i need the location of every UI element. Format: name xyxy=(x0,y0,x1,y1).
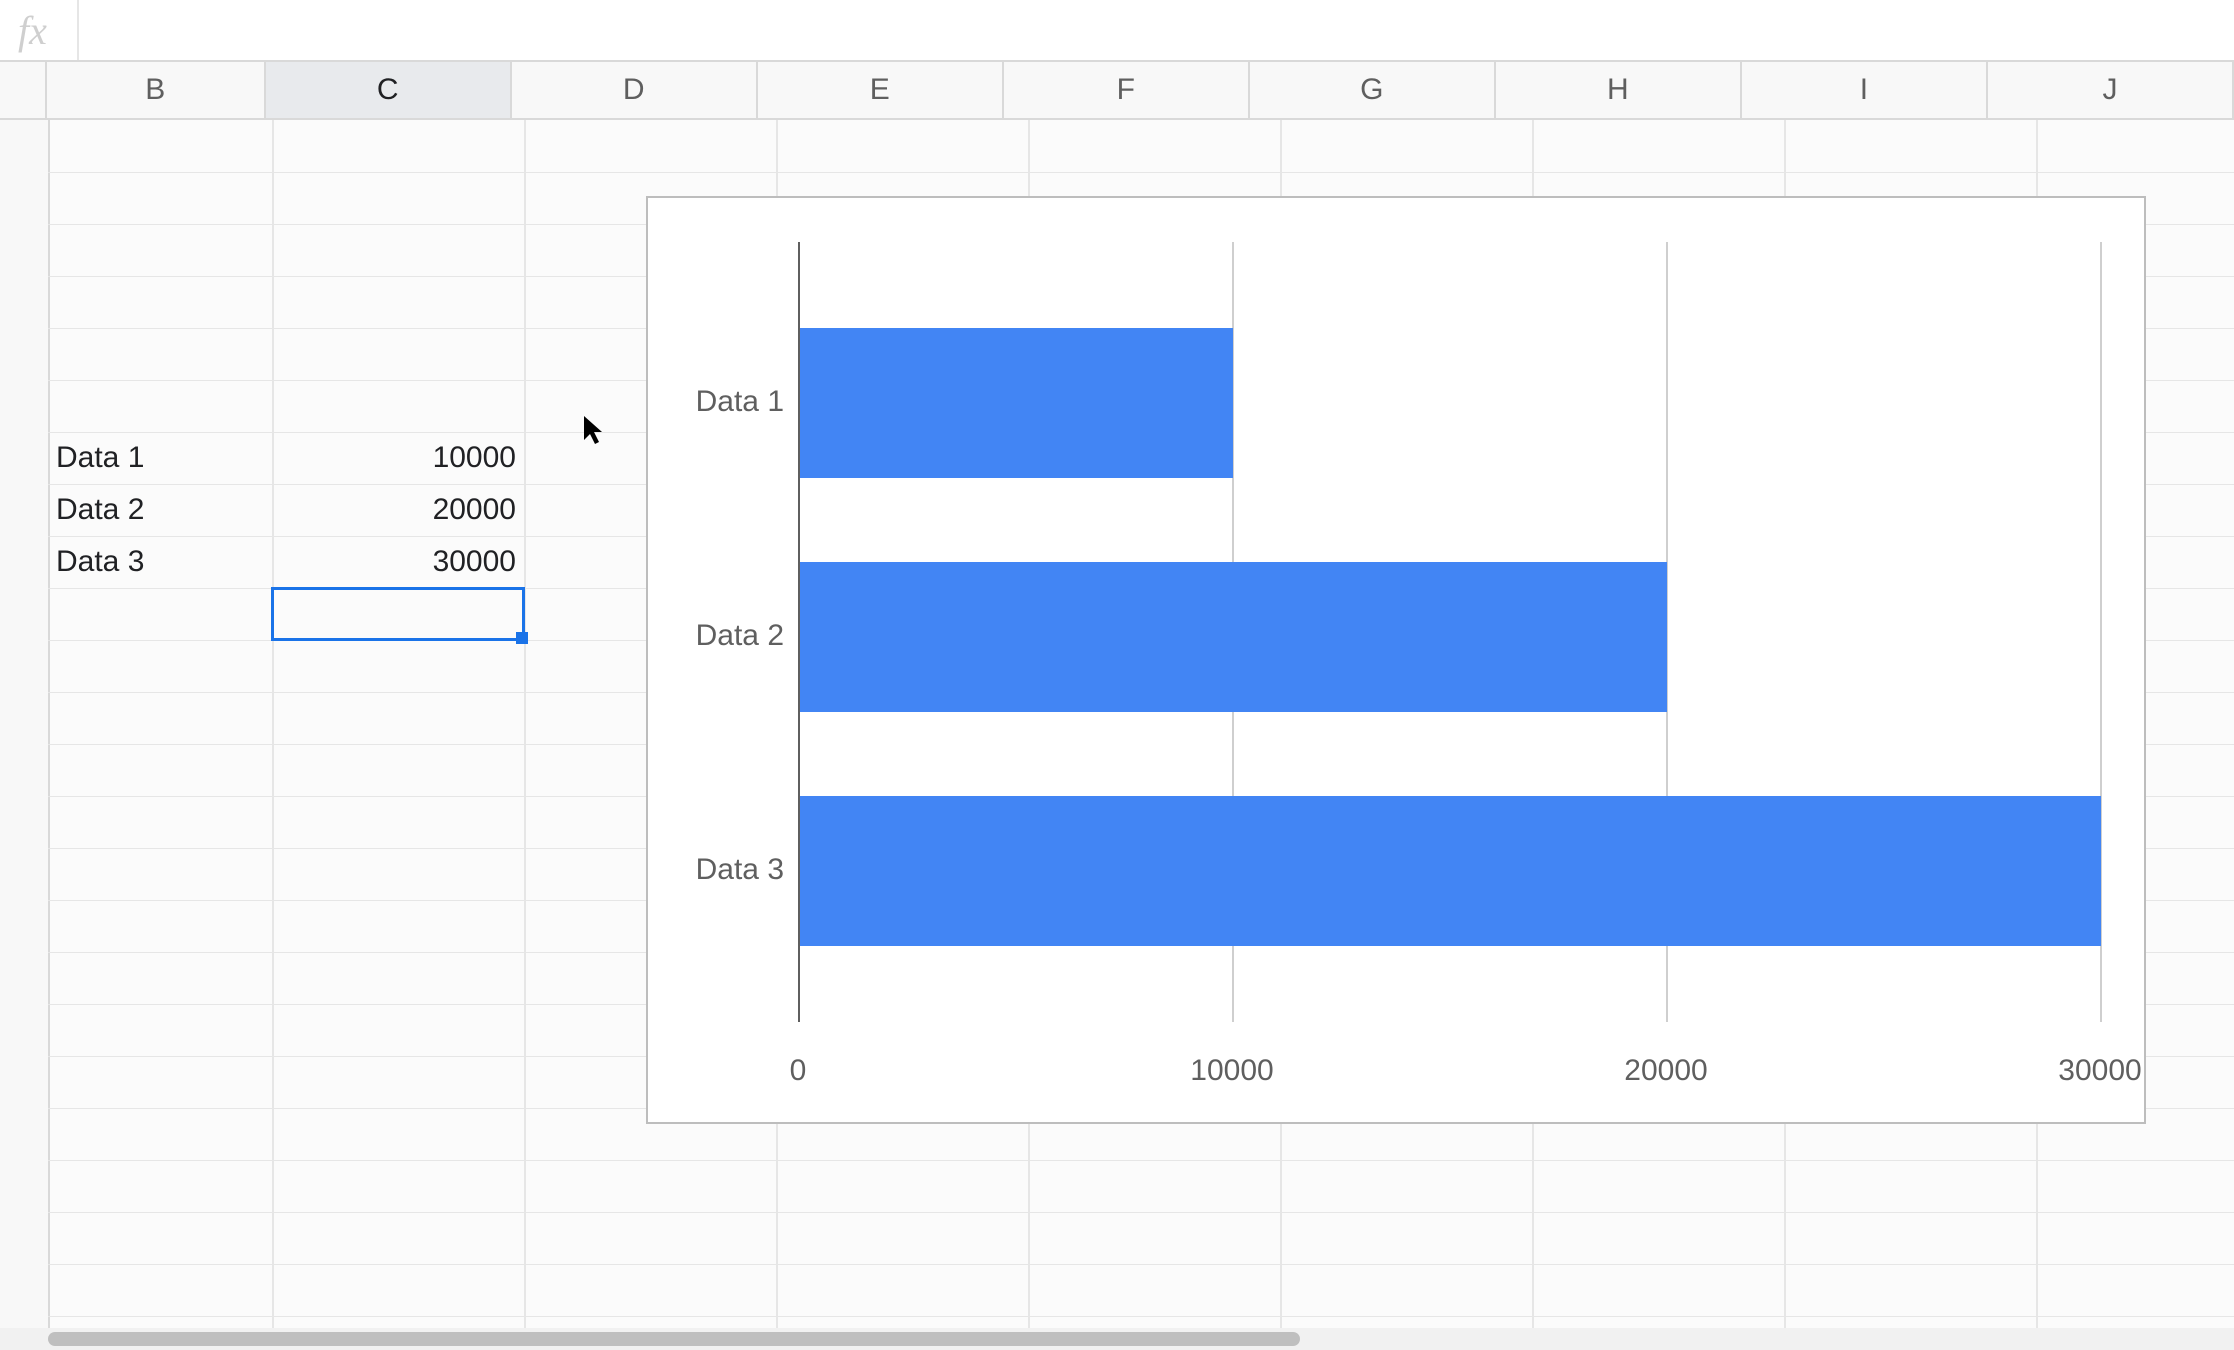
chart-plot-area: Data 1 Data 2 Data 3 0 10000 20000 30000 xyxy=(648,198,2144,1122)
row-gridline xyxy=(48,1264,2234,1265)
column-header-F[interactable]: F xyxy=(1004,62,1250,118)
active-cell-selection[interactable] xyxy=(271,587,525,641)
column-header-E[interactable]: E xyxy=(758,62,1004,118)
embedded-chart[interactable]: Data 1 Data 2 Data 3 0 10000 20000 30000 xyxy=(646,196,2146,1124)
row-gridline xyxy=(48,1160,2234,1161)
chart-category-label: Data 3 xyxy=(696,853,784,887)
horizontal-scrollbar-thumb[interactable] xyxy=(48,1332,1300,1346)
cell-C7[interactable]: 10000 xyxy=(272,432,524,484)
fill-handle[interactable] xyxy=(516,632,528,644)
column-header-C[interactable]: C xyxy=(266,62,512,118)
column-gridline xyxy=(272,120,274,1350)
horizontal-scrollbar[interactable] xyxy=(0,1328,2234,1350)
chart-bar xyxy=(799,562,1667,712)
fx-icon: fx xyxy=(0,0,79,60)
row-gridline xyxy=(48,172,2234,173)
formula-input[interactable] xyxy=(79,0,2234,60)
column-gridline xyxy=(524,120,526,1350)
row-gridline xyxy=(48,1212,2234,1213)
column-header-B[interactable]: B xyxy=(47,62,266,118)
column-header-H[interactable]: H xyxy=(1496,62,1742,118)
select-all-cell[interactable] xyxy=(0,62,47,118)
chart-x-tick-label: 0 xyxy=(790,1054,807,1088)
chart-x-tick-label: 10000 xyxy=(1190,1054,1273,1088)
chart-category-label: Data 2 xyxy=(696,619,784,653)
chart-bar xyxy=(799,328,1233,478)
cell-C9[interactable]: 30000 xyxy=(272,536,524,588)
cell-B7[interactable]: Data 1 xyxy=(48,432,272,484)
column-header-J[interactable]: J xyxy=(1988,62,2234,118)
column-header-G[interactable]: G xyxy=(1250,62,1496,118)
chart-x-tick-label: 20000 xyxy=(1624,1054,1707,1088)
cell-B9[interactable]: Data 3 xyxy=(48,536,272,588)
chart-x-tick-label: 30000 xyxy=(2058,1054,2141,1088)
spreadsheet-grid[interactable]: Data 1Data 2Data 3100002000030000Data 1D… xyxy=(0,120,2234,1350)
cell-B8[interactable]: Data 2 xyxy=(48,484,272,536)
chart-y-axis xyxy=(798,242,800,1022)
row-headers[interactable] xyxy=(0,120,50,1350)
column-headers: BCDEFGHIJ xyxy=(0,62,2234,120)
column-header-I[interactable]: I xyxy=(1742,62,1988,118)
chart-category-label: Data 1 xyxy=(696,385,784,419)
row-gridline xyxy=(48,1316,2234,1317)
cell-C8[interactable]: 20000 xyxy=(272,484,524,536)
chart-bar xyxy=(799,796,2101,946)
formula-bar: fx xyxy=(0,0,2234,62)
column-header-D[interactable]: D xyxy=(512,62,758,118)
